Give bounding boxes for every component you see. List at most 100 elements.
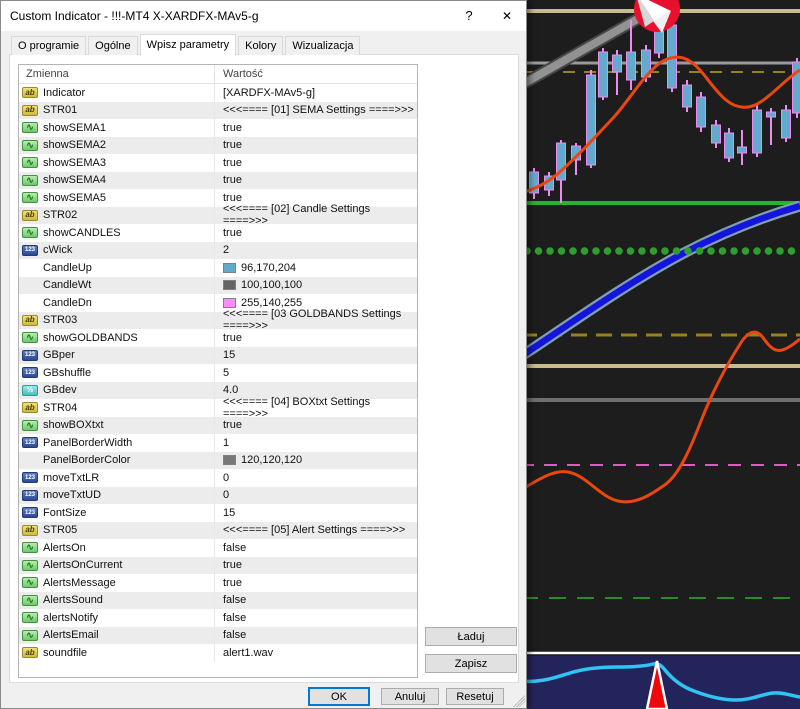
param-row-PanelBorderColor[interactable]: PanelBorderColor120,120,120 [19, 452, 417, 470]
param-value-cell[interactable]: 5 [215, 364, 417, 382]
param-value-cell[interactable]: true [215, 329, 417, 347]
tab-wizualizacja[interactable]: Wizualizacja [285, 36, 360, 55]
param-value-cell[interactable]: 0 [215, 487, 417, 505]
param-row-Indicator[interactable]: abIndicator[XARDFX-MAv5-g] [19, 84, 417, 102]
param-value-cell[interactable]: <<<==== [05] Alert Settings ====>>> [215, 522, 417, 540]
param-row-showBOXtxt[interactable]: ∿showBOXtxttrue [19, 417, 417, 435]
param-row-AlertsOn[interactable]: ∿AlertsOnfalse [19, 539, 417, 557]
param-value-cell[interactable]: 15 [215, 347, 417, 365]
param-name: PanelBorderWidth [43, 437, 132, 449]
param-row-showSEMA4[interactable]: ∿showSEMA4true [19, 172, 417, 190]
param-name-cell: ∿showBOXtxt [19, 417, 215, 435]
param-row-GBper[interactable]: 123GBper15 [19, 347, 417, 365]
param-row-soundfile[interactable]: absoundfilealert1.wav [19, 644, 417, 662]
param-name: STR03 [43, 314, 77, 326]
param-row-STR04[interactable]: abSTR04<<<==== [04] BOXtxt Settings ====… [19, 399, 417, 417]
param-row-showSEMA2[interactable]: ∿showSEMA2true [19, 137, 417, 155]
param-row-alertsNotify[interactable]: ∿alertsNotifyfalse [19, 609, 417, 627]
param-value-cell[interactable]: [XARDFX-MAv5-g] [215, 84, 417, 102]
param-row-moveTxtLR[interactable]: 123moveTxtLR0 [19, 469, 417, 487]
param-row-STR01[interactable]: abSTR01<<<==== [01] SEMA Settings ====>>… [19, 102, 417, 120]
cancel-button[interactable]: Anuluj [381, 688, 439, 705]
green-dot [719, 247, 727, 255]
dbl-type-icon: ½ [22, 385, 38, 396]
param-value-cell[interactable]: <<<==== [04] BOXtxt Settings ====>>> [215, 399, 417, 417]
param-row-STR03[interactable]: abSTR03<<<==== [03 GOLDBANDS Settings ==… [19, 312, 417, 330]
ok-button[interactable]: OK [309, 688, 369, 705]
param-row-showGOLDBANDS[interactable]: ∿showGOLDBANDStrue [19, 329, 417, 347]
param-name: CandleWt [43, 279, 91, 291]
param-value-cell[interactable]: 120,120,120 [215, 452, 417, 470]
param-value-cell[interactable]: <<<==== [01] SEMA Settings ====>>> [215, 102, 417, 120]
tab-o-programie[interactable]: O programie [11, 36, 86, 55]
tab-og-lne[interactable]: Ogólne [88, 36, 137, 55]
param-row-CandleWt[interactable]: CandleWt 100,100,100 [19, 277, 417, 295]
green-dot [638, 247, 646, 255]
param-row-AlertsEmail[interactable]: ∿AlertsEmailfalse [19, 627, 417, 645]
resize-grip[interactable] [513, 695, 525, 707]
param-value-cell[interactable]: true [215, 574, 417, 592]
param-value-cell[interactable]: 1 [215, 434, 417, 452]
param-value-cell[interactable]: 0 [215, 469, 417, 487]
param-value-cell[interactable]: false [215, 627, 417, 645]
param-value-cell[interactable]: true [215, 417, 417, 435]
param-value-cell[interactable]: <<<==== [02] Candle Settings ====>>> [215, 207, 417, 225]
param-value-cell[interactable]: true [215, 172, 417, 190]
save-button[interactable]: Zapisz [425, 654, 517, 673]
bool-type-icon: ∿ [22, 595, 38, 606]
load-button[interactable]: Ładuj [425, 627, 517, 646]
param-value-cell[interactable]: true [215, 119, 417, 137]
param-name-cell: ∿showGOLDBANDS [19, 329, 215, 347]
tab-kolory[interactable]: Kolory [238, 36, 283, 55]
param-row-STR05[interactable]: abSTR05<<<==== [05] Alert Settings ====>… [19, 522, 417, 540]
param-value-cell[interactable]: true [215, 154, 417, 172]
green-dot [765, 247, 773, 255]
param-row-FontSize[interactable]: 123FontSize15 [19, 504, 417, 522]
color-swatch [223, 298, 236, 308]
param-value-cell[interactable]: true [215, 137, 417, 155]
param-value: <<<==== [05] Alert Settings ====>>> [223, 524, 405, 536]
int-type-icon: 123 [22, 367, 38, 378]
param-value-cell[interactable]: alert1.wav [215, 644, 417, 662]
param-row-STR02[interactable]: abSTR02<<<==== [02] Candle Settings ====… [19, 207, 417, 225]
param-value-cell[interactable]: false [215, 539, 417, 557]
bool-type-icon: ∿ [22, 227, 38, 238]
param-row-AlertsSound[interactable]: ∿AlertsSoundfalse [19, 592, 417, 610]
candle-body [753, 110, 762, 153]
param-value-cell[interactable]: false [215, 592, 417, 610]
param-name-cell: ½GBdev [19, 382, 215, 400]
param-row-AlertsMessage[interactable]: ∿AlertsMessagetrue [19, 574, 417, 592]
param-row-showSEMA1[interactable]: ∿showSEMA1true [19, 119, 417, 137]
close-icon[interactable]: ✕ [490, 1, 524, 30]
param-value-cell[interactable]: 96,170,204 [215, 259, 417, 277]
param-name-cell: ∿showSEMA5 [19, 189, 215, 207]
param-row-GBshuffle[interactable]: 123GBshuffle5 [19, 364, 417, 382]
param-row-CandleUp[interactable]: CandleUp96,170,204 [19, 259, 417, 277]
param-value-cell[interactable]: false [215, 609, 417, 627]
color-swatch [223, 280, 236, 290]
param-row-AlertsOnCurrent[interactable]: ∿AlertsOnCurrenttrue [19, 557, 417, 575]
help-button[interactable]: ? [452, 1, 486, 30]
param-row-cWick[interactable]: 123cWick2 [19, 242, 417, 260]
param-value-cell[interactable]: 100,100,100 [215, 277, 417, 295]
param-row-showCANDLES[interactable]: ∿showCANDLEStrue [19, 224, 417, 242]
candle-body [712, 125, 721, 143]
param-value-cell[interactable]: true [215, 557, 417, 575]
param-value-cell[interactable]: true [215, 224, 417, 242]
param-name-cell: ∿showCANDLES [19, 224, 215, 242]
bool-type-icon: ∿ [22, 332, 38, 343]
param-value-cell[interactable]: <<<==== [03 GOLDBANDS Settings ====>>> [215, 312, 417, 330]
candle-body [725, 133, 734, 158]
tab-wpisz-parametry[interactable]: Wpisz parametry [140, 34, 237, 56]
bool-type-icon: ∿ [22, 630, 38, 641]
color-swatch [223, 263, 236, 273]
green-dot [776, 247, 784, 255]
param-value-cell[interactable]: 2 [215, 242, 417, 260]
param-row-PanelBorderWidth[interactable]: 123PanelBorderWidth1 [19, 434, 417, 452]
bool-type-icon: ∿ [22, 192, 38, 203]
param-value-cell[interactable]: 15 [215, 504, 417, 522]
param-row-moveTxtUD[interactable]: 123moveTxtUD0 [19, 487, 417, 505]
dialog-titlebar[interactable]: Custom Indicator - !!!-MT4 X-XARDFX-MAv5… [1, 1, 526, 31]
param-row-showSEMA3[interactable]: ∿showSEMA3true [19, 154, 417, 172]
reset-button[interactable]: Resetuj [446, 688, 504, 705]
